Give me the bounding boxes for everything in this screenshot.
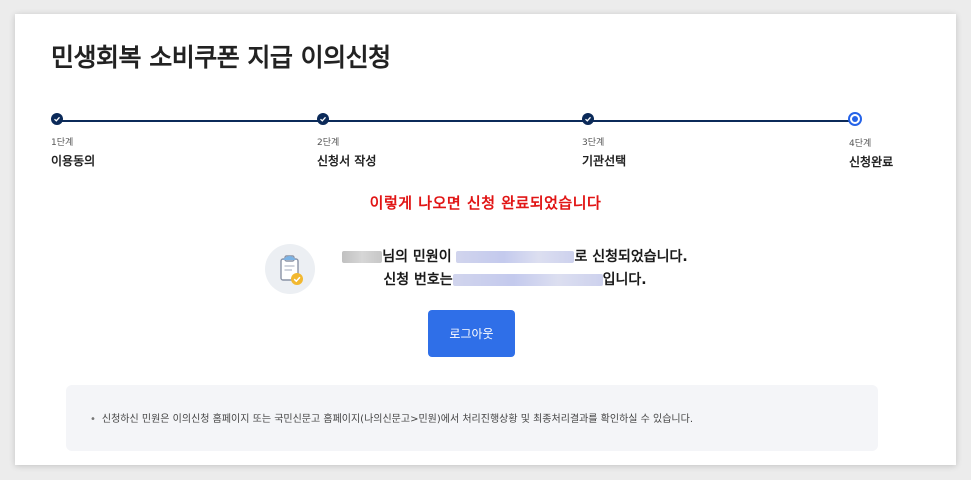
step-done-check-icon bbox=[51, 113, 63, 125]
result-line-1: 님의 민원이 로 신청되었습니다. bbox=[315, 246, 715, 269]
step-done-check-icon bbox=[317, 113, 329, 125]
info-text-row: • 신청하신 민원은 이의신청 홈페이지 또는 국민신문고 홈페이지(나의신문고>… bbox=[90, 410, 693, 425]
completion-notice: 이렇게 나오면 신청 완료되었습니다 bbox=[369, 194, 602, 212]
result-message: 님의 민원이 로 신청되었습니다. 신청 번호는 입니다. bbox=[315, 246, 715, 292]
page-title: 민생회복 소비쿠폰 지급 이의신청 bbox=[51, 43, 391, 72]
redacted-name bbox=[342, 251, 383, 263]
info-box: • 신청하신 민원은 이의신청 홈페이지 또는 국민신문고 홈페이지(나의신문고>… bbox=[66, 385, 878, 451]
step-number: 3단계 bbox=[582, 138, 605, 148]
clipboard-check-icon bbox=[265, 244, 315, 294]
step-number: 4단계 bbox=[849, 139, 872, 149]
result-line-1-part-1: 님의 민원이 bbox=[382, 249, 452, 265]
bullet-icon: • bbox=[90, 414, 96, 425]
step-name: 신청완료 bbox=[849, 155, 894, 169]
info-text: 신청하신 민원은 이의신청 홈페이지 또는 국민신문고 홈페이지(나의신문고>민… bbox=[101, 414, 694, 425]
redacted-agency bbox=[456, 251, 575, 263]
result-line-2-part-2: 입니다. bbox=[602, 272, 647, 288]
step-3: 3단계 기관선택 bbox=[582, 113, 626, 169]
step-1: 1단계 이용동의 bbox=[51, 113, 95, 169]
result-line-2-part-1: 신청 번호는 bbox=[383, 272, 453, 288]
step-number: 2단계 bbox=[317, 138, 340, 148]
step-number: 1단계 bbox=[51, 138, 74, 148]
step-current-dot-icon bbox=[848, 112, 862, 126]
step-name: 이용동의 bbox=[51, 154, 96, 168]
step-2: 2단계 신청서 작성 bbox=[317, 113, 376, 169]
step-name: 신청서 작성 bbox=[317, 154, 377, 168]
step-4: 4단계 신청완료 bbox=[848, 112, 894, 170]
result-line-1-part-2: 로 신청되었습니다. bbox=[574, 249, 688, 265]
logout-button[interactable]: 로그아웃 bbox=[428, 310, 515, 357]
progress-track bbox=[57, 120, 855, 122]
step-done-check-icon bbox=[582, 113, 594, 125]
step-name: 기관선택 bbox=[582, 154, 627, 168]
result-line-2: 신청 번호는 입니다. bbox=[315, 269, 715, 292]
redacted-application-number bbox=[452, 274, 603, 286]
application-card: 민생회복 소비쿠폰 지급 이의신청 1단계 이용동의 2단계 신청서 작성 3단… bbox=[15, 14, 956, 465]
